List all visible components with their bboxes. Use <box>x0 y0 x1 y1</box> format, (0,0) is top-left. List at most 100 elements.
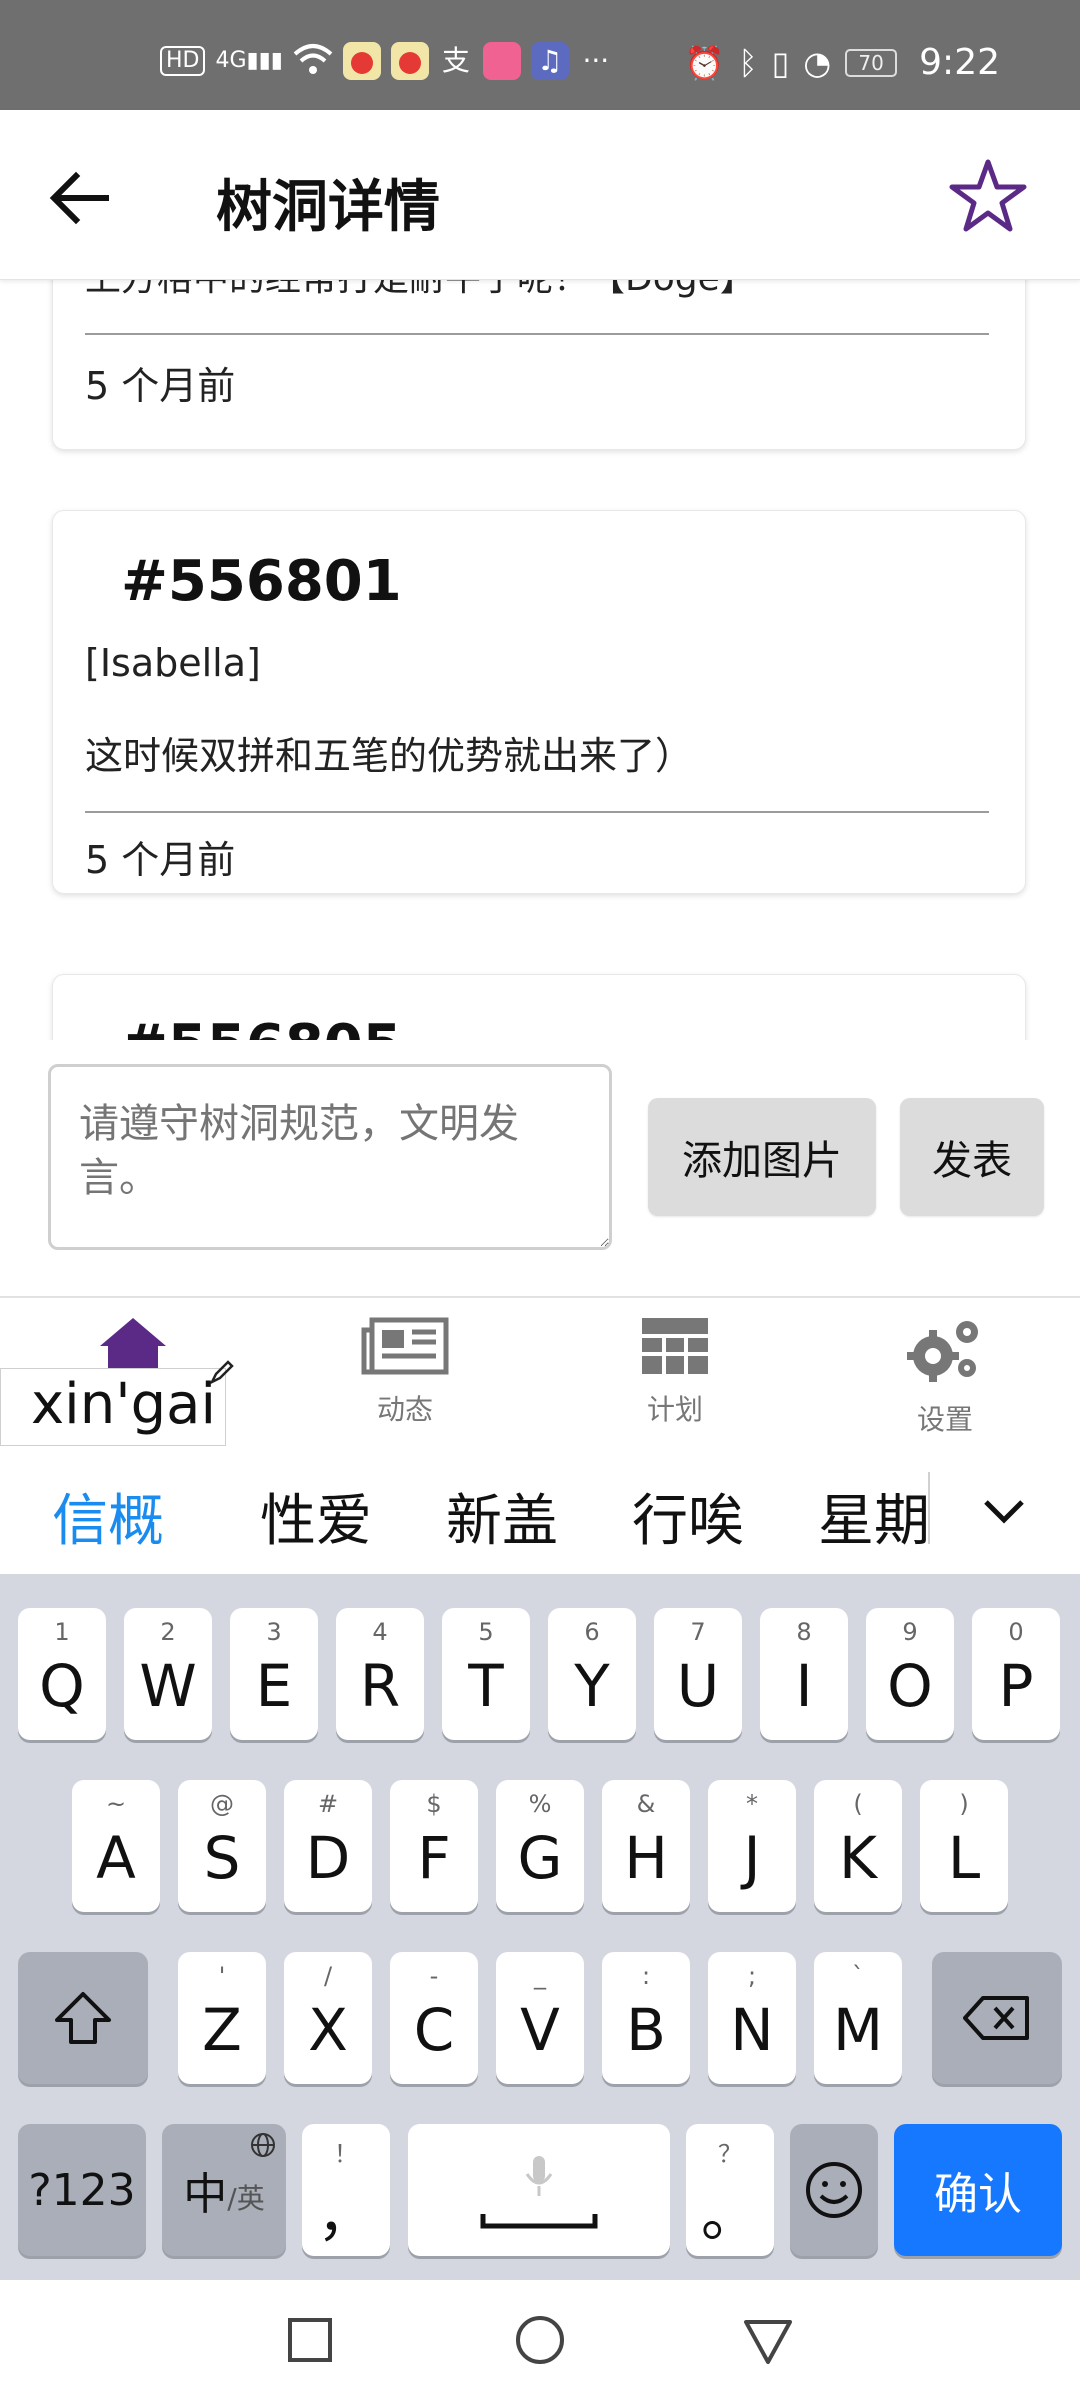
key-z[interactable]: ' Z <box>178 1952 266 2084</box>
post-body: 上方格中的经常打是耐牛了呢！【Doge】 <box>85 280 756 301</box>
post-card[interactable]: 上方格中的经常打是耐牛了呢！【Doge】 5 个月前 <box>52 280 1026 450</box>
more-notifications-icon: ··· <box>582 44 610 77</box>
post-card[interactable]: #556805 <box>52 974 1026 1040</box>
key-p[interactable]: 0P <box>972 1608 1060 1740</box>
expand-candidates-button[interactable] <box>972 1480 1036 1544</box>
home-button[interactable] <box>510 2310 570 2370</box>
chevron-down-icon <box>984 1500 1024 1524</box>
symbols-key[interactable]: ?123 <box>18 2124 146 2256</box>
globe-icon <box>251 2133 275 2157</box>
post-id: #556805 <box>121 1013 402 1040</box>
key-g[interactable]: % G <box>496 1780 584 1912</box>
key-h[interactable]: & H <box>602 1780 690 1912</box>
page-title: 树洞详情 <box>216 175 440 240</box>
lang-sub-label: /英 <box>227 2182 265 2215</box>
key-m[interactable]: ` M <box>814 1952 902 2084</box>
key-e[interactable]: 3E <box>230 1608 318 1740</box>
nav-label: 计划 <box>646 1393 703 1426</box>
shift-key[interactable] <box>18 1952 148 2084</box>
key-t[interactable]: 5T <box>442 1608 530 1740</box>
grid-table-icon <box>642 1318 708 1374</box>
alipay-icon: 支 <box>441 44 470 77</box>
comment-composer: 添加图片 发表 <box>0 1040 1080 1296</box>
status-bar: HD 4G▮▮▮ 支 ♫ ··· ⏰ ᛒ ▯ ◔ 70 9:22 <box>0 0 1080 110</box>
space-key[interactable] <box>408 2124 670 2256</box>
recents-button[interactable] <box>280 2310 340 2370</box>
pink-app-icon <box>482 42 521 80</box>
back-button[interactable] <box>40 158 120 238</box>
language-switch-key[interactable]: 中/英 <box>162 2124 286 2256</box>
system-navigation-bar <box>0 2280 1080 2400</box>
emoji-key[interactable] <box>790 2124 878 2256</box>
key-l[interactable]: ) L <box>920 1780 1008 1912</box>
comma-key[interactable]: ！， <box>302 2124 390 2256</box>
key-y[interactable]: 6Y <box>548 1608 636 1740</box>
battery-icon: 70 <box>845 48 898 77</box>
ime-candidate[interactable]: 行唉 <box>632 1476 744 1557</box>
nav-label: 动态 <box>376 1393 433 1426</box>
card-divider <box>85 333 989 335</box>
ime-candidate-bar: 信概 性爱 新盖 行唉 星期 <box>0 1446 1080 1574</box>
key-f[interactable]: $ F <box>390 1780 478 1912</box>
post-time: 5 个月前 <box>85 364 236 408</box>
back-nav-button[interactable] <box>738 2310 798 2370</box>
nav-plan[interactable]: 计划 <box>600 1314 750 1444</box>
key-x[interactable]: / X <box>284 1952 372 2084</box>
favorite-button[interactable] <box>946 154 1030 238</box>
ime-candidate[interactable]: 新盖 <box>446 1476 558 1557</box>
period-key[interactable]: ？。 <box>686 2124 774 2256</box>
tomato-app-icon-2 <box>390 42 429 80</box>
comment-input[interactable] <box>48 1064 612 1250</box>
microphone-icon <box>525 2156 553 2196</box>
key-w[interactable]: 2W <box>124 1608 212 1740</box>
key-v[interactable]: _ V <box>496 1952 584 2084</box>
key-d[interactable]: # D <box>284 1780 372 1912</box>
bluetooth-icon: ᛒ <box>738 43 758 82</box>
key-s[interactable]: @ S <box>178 1780 266 1912</box>
post-body: 这时候双拼和五笔的优势就出来了） <box>85 734 694 778</box>
clock: 9:22 <box>919 42 1000 83</box>
triangle-back-icon <box>744 2320 792 2364</box>
key-c[interactable]: -C <box>390 1952 478 2084</box>
ime-composition: xin'gai <box>0 1368 226 1446</box>
alarm-icon: ⏰ <box>684 43 725 82</box>
key-q[interactable]: 1Q <box>18 1608 106 1740</box>
ime-candidate[interactable]: 性爱 <box>260 1476 372 1557</box>
tomato-app-icon <box>342 42 381 80</box>
data-saver-icon: ◔ <box>803 43 832 82</box>
hd-indicator: HD <box>160 46 206 76</box>
add-image-button[interactable]: 添加图片 <box>648 1098 876 1216</box>
key-a[interactable]: ~ A <box>72 1780 160 1912</box>
publish-button[interactable]: 发表 <box>900 1098 1044 1216</box>
lang-main-label: 中 <box>183 2169 228 2220</box>
signal-icon: 4G▮▮▮ <box>215 48 283 73</box>
nav-label: 设置 <box>916 1403 973 1436</box>
key-k[interactable]: (K <box>814 1780 902 1912</box>
arrow-left-icon <box>49 171 109 225</box>
music-app-icon: ♫ <box>530 42 569 80</box>
key-r[interactable]: 4R <box>336 1608 424 1740</box>
network-type: 4G <box>215 48 247 73</box>
nav-feed[interactable]: 动态 <box>330 1314 480 1444</box>
gears-icon <box>907 1321 978 1382</box>
post-list[interactable]: 上方格中的经常打是耐牛了呢！【Doge】 5 个月前 #556801 [Isab… <box>0 280 1080 1040</box>
post-time: 5 个月前 <box>85 838 236 882</box>
key-i[interactable]: 8I <box>760 1608 848 1740</box>
post-id: #556801 <box>121 549 402 614</box>
vibrate-icon: ▯ <box>771 43 790 82</box>
confirm-key[interactable]: 确认 <box>894 2124 1062 2256</box>
ime-candidate[interactable]: 信概 <box>52 1476 164 1557</box>
key-b[interactable]: :B <box>602 1952 690 2084</box>
backspace-key[interactable] <box>932 1952 1062 2084</box>
key-u[interactable]: 7U <box>654 1608 742 1740</box>
post-author: [Isabella] <box>85 641 261 685</box>
ime-candidate[interactable]: 星期 <box>818 1476 928 1557</box>
pencil-icon[interactable] <box>208 1358 236 1386</box>
post-card[interactable]: #556801 [Isabella] 这时候双拼和五笔的优势就出来了） 5 个月… <box>52 510 1026 894</box>
nav-settings[interactable]: 设置 <box>870 1314 1020 1444</box>
smiley-icon <box>806 2162 862 2218</box>
key-n[interactable]: ; N <box>708 1952 796 2084</box>
shift-arrow-icon <box>55 1992 111 2044</box>
key-o[interactable]: 9O <box>866 1608 954 1740</box>
key-j[interactable]: * J <box>708 1780 796 1912</box>
